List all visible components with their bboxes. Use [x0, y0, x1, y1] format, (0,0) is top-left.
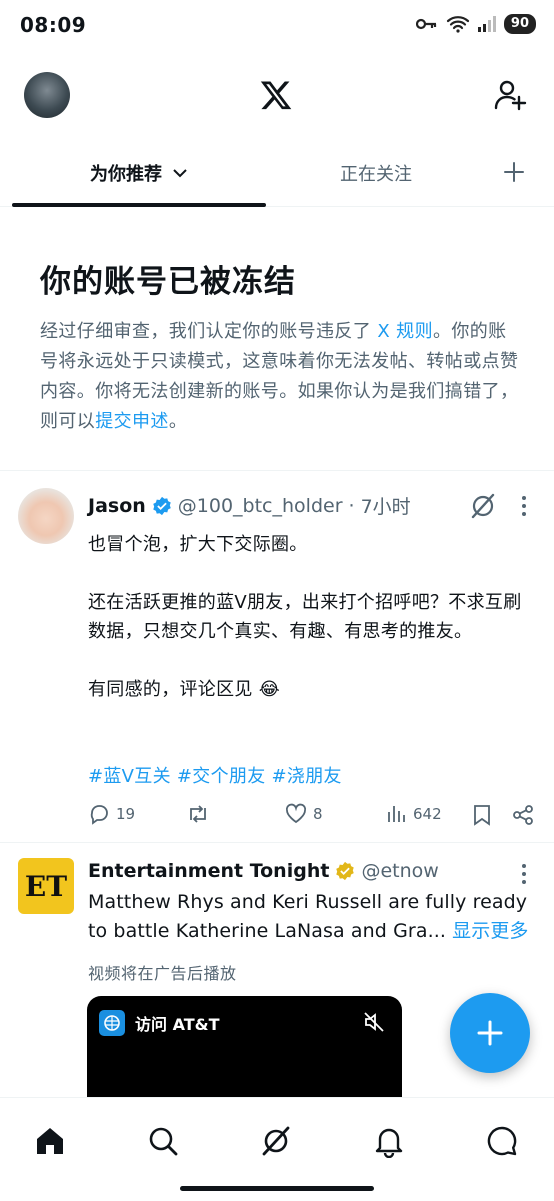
battery-level: 90 [503, 14, 536, 34]
tweet-line: 也冒个泡，扩大下交际圈。 [88, 534, 308, 555]
ad-header: Entertainment Tonight @etnow [88, 860, 439, 882]
heart-icon [285, 803, 307, 824]
notice-text-part: 。 [168, 411, 188, 432]
submit-appeal-link[interactable]: 提交申述 [95, 411, 169, 432]
repost-button[interactable] [186, 803, 210, 825]
x-rules-link[interactable]: X 规则 [377, 321, 433, 342]
separator-dot: · [348, 494, 355, 517]
reply-icon [90, 805, 108, 825]
status-bar: 08:09 90 [0, 0, 554, 52]
plus-icon [477, 1020, 503, 1046]
views-button[interactable]: 642 [385, 803, 442, 825]
ad-text: Matthew Rhys and Keri Russell are fully … [88, 888, 543, 946]
chevron-down-icon[interactable] [172, 167, 188, 179]
add-user-icon[interactable] [493, 78, 527, 112]
reply-button[interactable]: 19 [88, 803, 135, 825]
tweet-header: Jason @100_btc_holder · 7小时 [88, 492, 411, 519]
ad-text-line-content: to battle Katherine LaNasa and Gra... [88, 920, 446, 942]
tweet-author-name[interactable]: Jason [88, 495, 146, 517]
ad-video-note: 视频将在广告后播放 [88, 964, 237, 983]
visit-advertiser-button[interactable]: 访问 AT&T [99, 1010, 220, 1036]
more-options-icon[interactable] [518, 494, 530, 518]
tweet-time[interactable]: 7小时 [361, 492, 411, 519]
tweet-author-avatar[interactable] [18, 488, 74, 544]
tweet-line: 还在活跃更推的蓝V朋友，出来打个招呼吧？不求互刷数据，只想交几个真实、有趣、有思… [88, 592, 522, 642]
grok-nav-icon[interactable] [259, 1124, 293, 1158]
views-icon [388, 806, 405, 822]
tab-for-you-label: 为你推荐 [90, 164, 162, 185]
verified-gold-badge-icon [336, 861, 355, 881]
notifications-icon[interactable] [372, 1124, 406, 1158]
like-count: 8 [313, 805, 323, 823]
ad-author-handle[interactable]: @etnow [361, 860, 438, 882]
att-logo-icon [99, 1010, 125, 1036]
x-logo-icon[interactable] [259, 78, 293, 112]
notice-title: 你的账号已被冻结 [40, 264, 296, 300]
search-icon[interactable] [146, 1124, 180, 1158]
divider [0, 842, 554, 843]
repost-icon [190, 805, 206, 823]
share-icon[interactable] [512, 804, 534, 826]
visit-advertiser-label: 访问 AT&T [135, 1015, 220, 1034]
status-icons: 90 [415, 14, 536, 34]
home-icon[interactable] [33, 1124, 67, 1158]
vpn-key-icon [415, 18, 437, 30]
like-button[interactable]: 8 [285, 803, 323, 825]
status-time: 08:09 [20, 13, 87, 37]
wifi-icon [446, 16, 470, 33]
compose-post-button[interactable] [450, 993, 530, 1073]
tab-for-you[interactable]: 为你推荐 [12, 140, 266, 206]
home-indicator [180, 1186, 374, 1191]
ad-author-name[interactable]: Entertainment Tonight [88, 860, 329, 882]
profile-avatar[interactable] [24, 72, 70, 118]
add-tab-icon[interactable] [500, 158, 528, 186]
tweet-line [88, 559, 528, 588]
more-options-icon[interactable] [518, 862, 530, 886]
verified-badge-icon [153, 496, 171, 515]
tweet-hashtags[interactable]: #蓝V互关 #交个朋友 #浇朋友 [88, 762, 342, 788]
tab-following[interactable]: 正在关注 [290, 140, 462, 206]
show-more-link[interactable]: 显示更多 [452, 920, 528, 942]
tab-following-label: 正在关注 [340, 164, 412, 185]
messages-icon[interactable] [485, 1124, 519, 1158]
tweet-line: 有同感的，评论区见 😂 [88, 679, 281, 700]
mute-icon[interactable] [362, 1010, 386, 1034]
tweet-text: 也冒个泡，扩大下交际圈。 还在活跃更推的蓝V朋友，出来打个招呼吧？不求互刷数据，… [88, 530, 528, 704]
tweet-actions: 19 8 642 [88, 803, 536, 829]
active-tab-indicator [12, 203, 266, 207]
timeline-tabs: 为你推荐 正在关注 [0, 140, 554, 207]
notice-text-part: 经过仔细审查，我们认定你的账号违反了 [40, 321, 378, 342]
ad-author-logo[interactable]: ET [18, 858, 74, 914]
signal-icon [477, 16, 496, 32]
account-frozen-notice: 你的账号已被冻结 经过仔细审查，我们认定你的账号违反了 X 规则。你的账号将永远… [40, 256, 520, 437]
ad-text-line: Matthew Rhys and Keri Russell are fully … [88, 891, 528, 913]
ad-text-line: to battle Katherine LaNasa and Gra... 显示… [88, 917, 543, 946]
bookmark-icon[interactable] [472, 804, 492, 826]
divider [0, 470, 554, 471]
tweet-author-handle[interactable]: @100_btc_holder [178, 495, 343, 517]
tweet-line [88, 646, 528, 675]
ad-video[interactable]: 访问 AT&T [87, 996, 402, 1106]
view-count: 642 [413, 805, 442, 823]
reply-count: 19 [116, 805, 136, 823]
notice-text: 经过仔细审查，我们认定你的账号违反了 X 规则。你的账号将永远处于只读模式，这意… [40, 317, 520, 437]
grok-icon[interactable] [468, 492, 498, 520]
